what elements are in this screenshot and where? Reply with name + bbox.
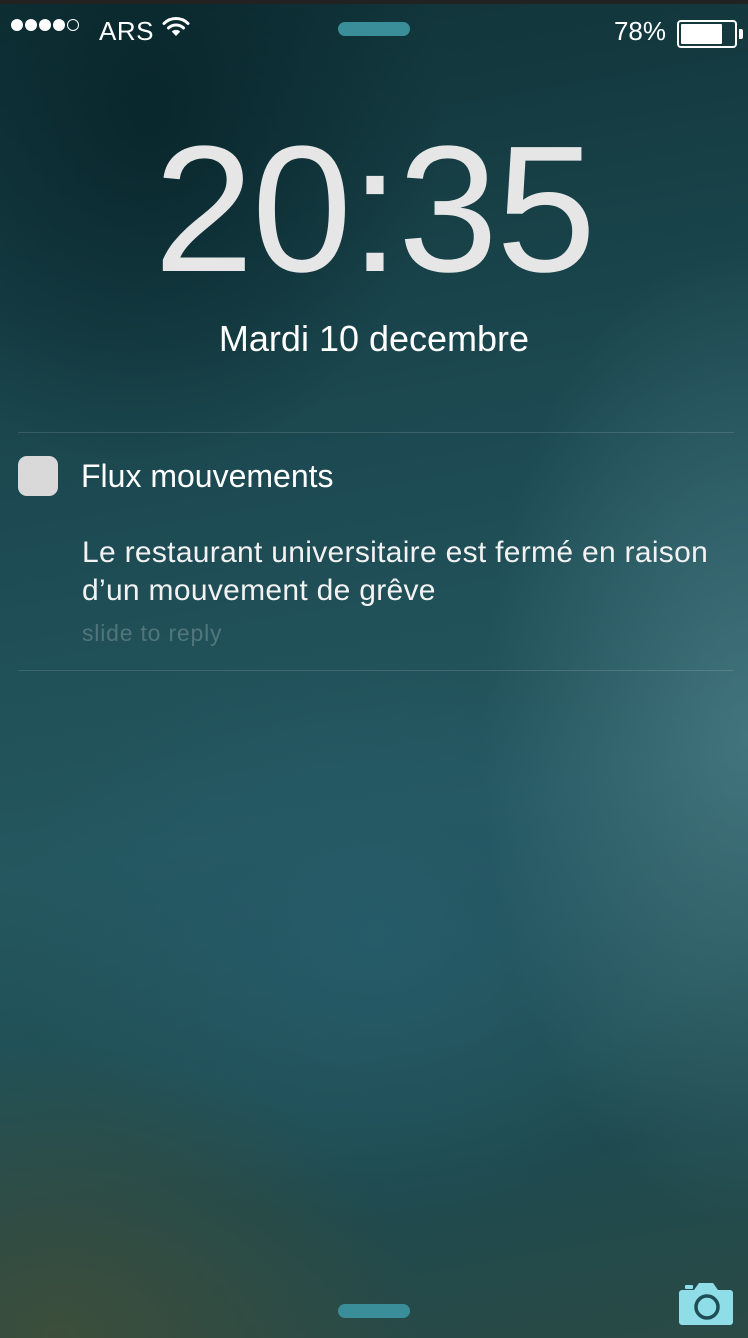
slide-to-reply-hint: slide to reply — [82, 620, 223, 646]
signal-dot — [39, 19, 51, 31]
notification-center-handle[interactable] — [338, 22, 410, 36]
battery-tip — [739, 29, 743, 39]
notification-divider — [18, 432, 734, 433]
top-edge — [0, 0, 748, 4]
wifi-icon — [162, 17, 190, 36]
camera-icon[interactable] — [678, 1280, 734, 1326]
battery-level — [681, 24, 722, 44]
app-icon — [18, 456, 58, 496]
notification-divider — [18, 670, 734, 671]
signal-dot — [67, 19, 79, 31]
signal-strength — [11, 19, 79, 31]
signal-dot — [53, 19, 65, 31]
signal-dot — [25, 19, 37, 31]
notification-app-name: Flux mouvements — [81, 458, 334, 494]
control-center-handle[interactable] — [338, 1304, 410, 1318]
battery-percentage: 78% — [613, 16, 666, 46]
battery-icon — [677, 20, 737, 48]
carrier-name: ARS — [99, 16, 154, 46]
notification-message: Le restaurant universitaire est fermé en… — [82, 536, 709, 607]
signal-dot — [11, 19, 23, 31]
lock-screen-date: Mardi 10 decembre — [218, 318, 530, 359]
lock-screen-time: 20:35 — [153, 109, 596, 310]
